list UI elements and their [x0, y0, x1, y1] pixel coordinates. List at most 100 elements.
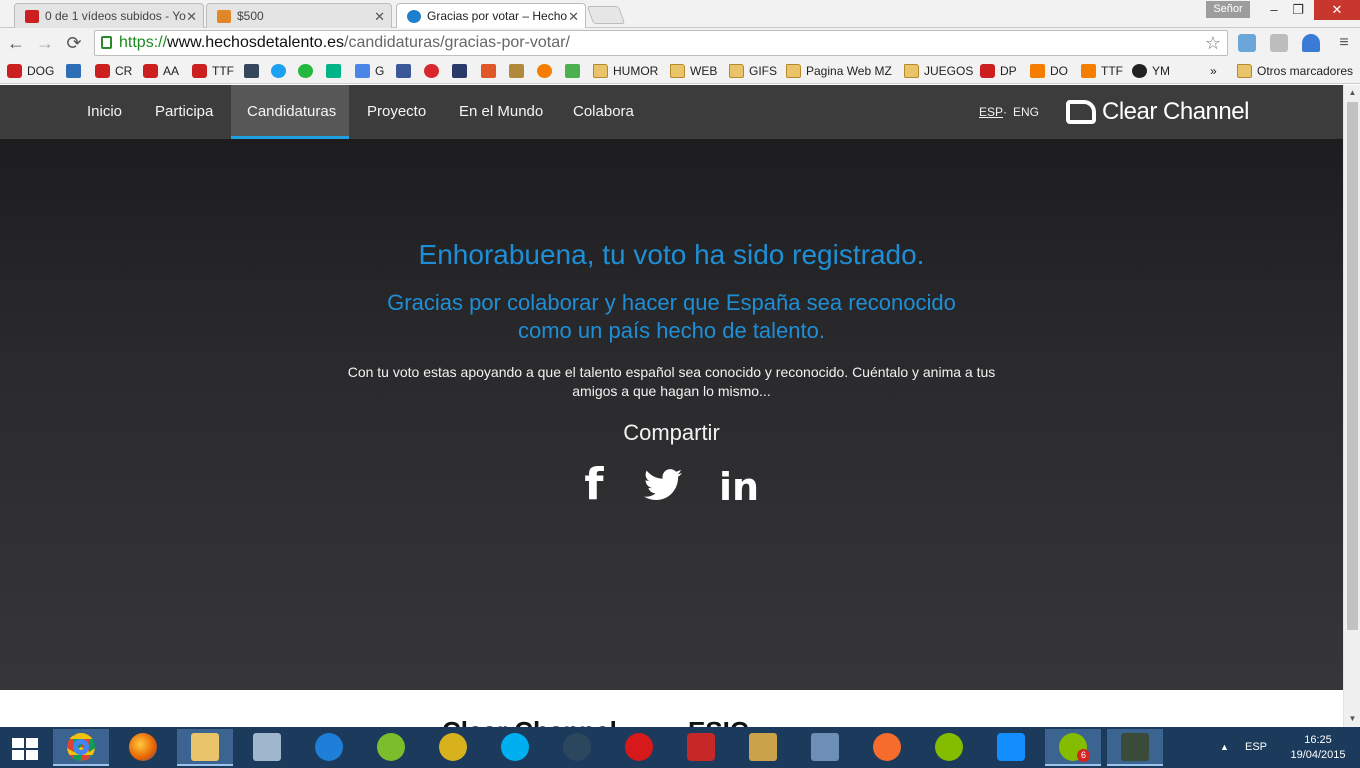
- bookmark-item[interactable]: [565, 63, 585, 79]
- close-tab-icon[interactable]: ✕: [374, 4, 385, 28]
- thunder-icon: [315, 733, 343, 761]
- scrollbar-thumb[interactable]: [1347, 102, 1358, 630]
- lang-eng-link[interactable]: ENG: [1013, 85, 1039, 139]
- taskbar-feather-app[interactable]: [673, 729, 729, 766]
- bookmark-item[interactable]: G: [355, 63, 384, 79]
- bookmark-item[interactable]: [509, 63, 529, 79]
- restore-button[interactable]: ❐: [1284, 0, 1312, 20]
- forward-button[interactable]: →: [33, 31, 57, 55]
- lang-esp-link[interactable]: ESP: [979, 85, 1003, 139]
- share-linkedin-button[interactable]: in: [716, 465, 762, 509]
- taskbar-file-explorer[interactable]: [177, 729, 233, 766]
- tray-overflow-arrow[interactable]: ▲: [1220, 727, 1229, 768]
- page-scrollbar[interactable]: ▲ ▼: [1343, 85, 1360, 727]
- bookmark-item[interactable]: [537, 63, 557, 79]
- bookmark-item[interactable]: [481, 63, 501, 79]
- extension-icon[interactable]: [1270, 34, 1288, 52]
- bookmark-item[interactable]: DOG: [7, 63, 54, 79]
- reload-button[interactable]: ⟳: [62, 31, 86, 55]
- bookmark-folder[interactable]: Pagina Web MZ: [786, 63, 892, 79]
- bookmark-item[interactable]: AA: [143, 63, 179, 79]
- bookmark-folder[interactable]: HUMOR: [593, 63, 658, 79]
- taskbar-gps-app[interactable]: [425, 729, 481, 766]
- bookmark-item[interactable]: [424, 63, 444, 79]
- close-tab-icon[interactable]: ✕: [186, 4, 197, 28]
- address-bar[interactable]: https://www.hechosdetalento.es/candidatu…: [94, 30, 1228, 56]
- clear-channel-logo[interactable]: Clear Channel: [1066, 99, 1249, 125]
- taskbar-utorrent[interactable]: [363, 729, 419, 766]
- taskbar-recorder[interactable]: [611, 729, 667, 766]
- nav-proyecto[interactable]: Proyecto: [351, 85, 442, 139]
- bookmark-folder[interactable]: WEB: [670, 63, 717, 79]
- nav-inicio[interactable]: Inicio: [71, 85, 138, 139]
- other-bookmarks-folder[interactable]: Otros marcadores: [1237, 63, 1353, 79]
- windows-start-button[interactable]: [12, 738, 38, 760]
- thank-you-hero: Enhorabuena, tu voto ha sido registrado.…: [0, 139, 1343, 690]
- tab-500[interactable]: $500 ✕: [206, 3, 392, 28]
- share-facebook-button[interactable]: f: [572, 463, 616, 507]
- paint-icon: [811, 733, 839, 761]
- bookmark-item[interactable]: TTF: [1081, 63, 1123, 79]
- nav-en-el-mundo[interactable]: En el Mundo: [443, 85, 559, 139]
- facebook-icon: [396, 64, 411, 78]
- new-tab-button[interactable]: [586, 6, 626, 24]
- bookmark-item[interactable]: YM: [1132, 63, 1170, 79]
- close-window-button[interactable]: ✕: [1314, 0, 1360, 20]
- scroll-up-arrow[interactable]: ▲: [1344, 85, 1360, 101]
- menu-icon[interactable]: ≡: [1332, 31, 1356, 55]
- taskbar-my-computer[interactable]: [239, 729, 295, 766]
- taskbar-league-of-legends[interactable]: [735, 729, 791, 766]
- tab-gracias-por-votar[interactable]: Gracias por votar – Hecho ✕: [396, 3, 586, 29]
- bookmark-item[interactable]: [271, 63, 291, 79]
- bookmark-item[interactable]: [66, 63, 86, 79]
- bookmark-item[interactable]: [326, 63, 346, 79]
- bookmark-item[interactable]: [298, 63, 318, 79]
- bookmark-item[interactable]: [452, 63, 472, 79]
- nav-participa[interactable]: Participa: [139, 85, 229, 139]
- bookmark-folder[interactable]: JUEGOS: [904, 63, 973, 79]
- twitter-icon: [271, 64, 286, 78]
- back-button[interactable]: ←: [4, 31, 28, 55]
- bookmarks-overflow-button[interactable]: »: [1192, 63, 1217, 79]
- taskbar-spotify[interactable]: [921, 729, 977, 766]
- taskbar-thunder[interactable]: [301, 729, 357, 766]
- close-tab-icon[interactable]: ✕: [568, 4, 579, 29]
- taskbar-clock[interactable]: 16:25 19/04/2015: [1286, 733, 1350, 763]
- tray-language[interactable]: ESP: [1245, 727, 1267, 768]
- feather-icon: [687, 733, 715, 761]
- bookmark-folder[interactable]: GIFS: [729, 63, 777, 79]
- tab-title: $500: [237, 9, 264, 23]
- browser-toolbar: ← → ⟳ https://www.hechosdetalento.es/can…: [0, 28, 1360, 58]
- league-icon: [749, 733, 777, 761]
- clear-channel-logo-icon: [1066, 100, 1096, 124]
- taskbar-skype[interactable]: [487, 729, 543, 766]
- taskbar-chrome[interactable]: [53, 729, 109, 766]
- extension-icon[interactable]: [1238, 34, 1256, 52]
- taskbar-origin[interactable]: [859, 729, 915, 766]
- download-icon[interactable]: [1302, 34, 1320, 52]
- bookmark-star-icon[interactable]: ☆: [1205, 31, 1221, 55]
- nav-colabora[interactable]: Colabora: [557, 85, 650, 139]
- bookmark-item[interactable]: TTF: [192, 63, 234, 79]
- bookmark-item[interactable]: DO: [1030, 63, 1068, 79]
- steam-icon: [563, 733, 591, 761]
- taskbar-console-app[interactable]: [1107, 729, 1163, 766]
- nav-candidaturas[interactable]: Candidaturas: [231, 85, 349, 139]
- hootsuite-icon: [66, 64, 81, 78]
- tab-youtube[interactable]: 0 de 1 vídeos subidos - Yo ✕: [14, 3, 204, 28]
- share-twitter-button[interactable]: [642, 465, 684, 505]
- youtube-icon: [980, 64, 995, 78]
- taskbar-steam[interactable]: [549, 729, 605, 766]
- taskbar-firefox[interactable]: [115, 729, 171, 766]
- bookmark-item[interactable]: CR: [95, 63, 132, 79]
- vote-registered-headline: Enhorabuena, tu voto ha sido registrado.: [418, 239, 925, 270]
- bookmark-item[interactable]: DP: [980, 63, 1017, 79]
- scroll-down-arrow[interactable]: ▼: [1344, 711, 1360, 727]
- bookmark-item[interactable]: [244, 63, 264, 79]
- windows-taskbar: 6 ▲ ESP 16:25 19/04/2015: [0, 727, 1360, 768]
- taskbar-paint-app[interactable]: [797, 729, 853, 766]
- bookmark-item[interactable]: [396, 63, 416, 79]
- profile-button[interactable]: Señor: [1206, 1, 1250, 18]
- taskbar-spotify-2[interactable]: 6: [1045, 729, 1101, 766]
- taskbar-battle-net[interactable]: [983, 729, 1039, 766]
